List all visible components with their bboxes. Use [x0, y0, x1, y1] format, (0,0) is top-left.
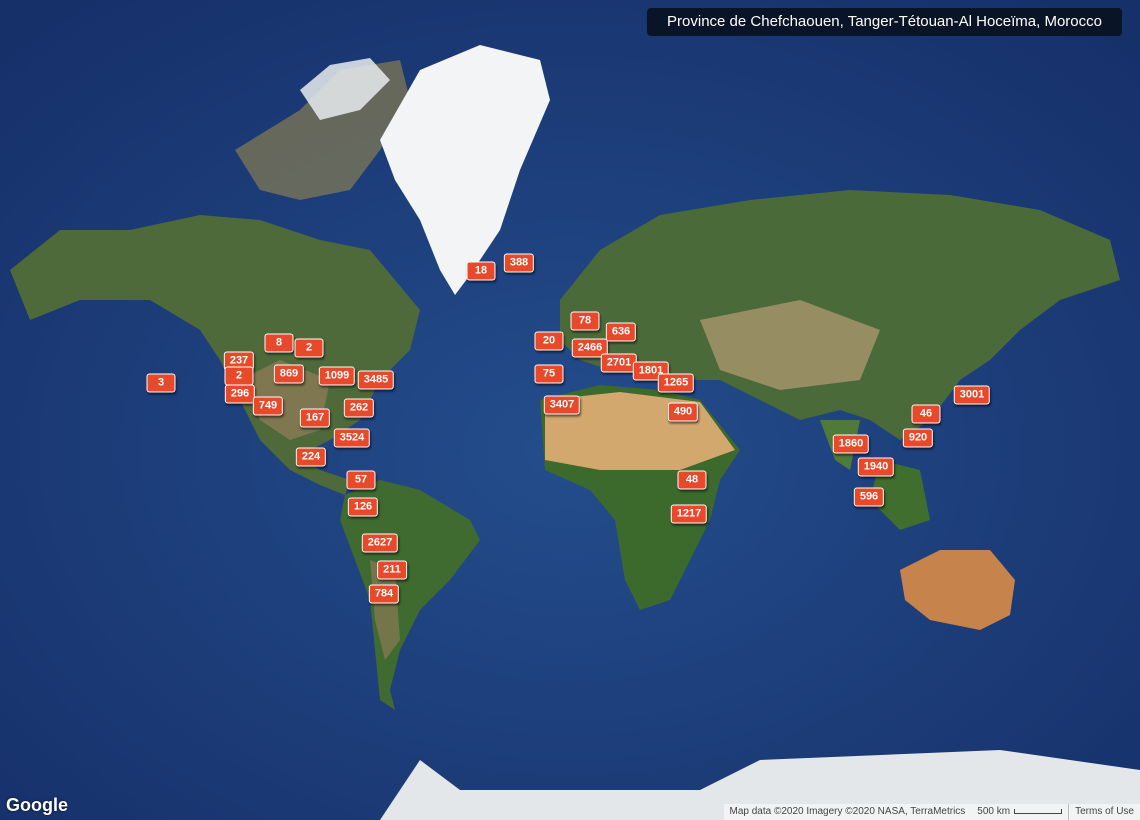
cluster-marker[interactable]: 20 [534, 331, 564, 351]
terms-of-use-link[interactable]: Terms of Use [1068, 804, 1140, 820]
cluster-marker[interactable]: 262 [343, 398, 375, 418]
cluster-marker[interactable]: 8 [264, 333, 294, 353]
cluster-marker[interactable]: 211 [377, 560, 407, 580]
cluster-marker[interactable]: 167 [299, 408, 331, 428]
cluster-marker[interactable]: 3407 [543, 395, 581, 415]
cluster-marker[interactable]: 636 [605, 322, 637, 342]
cluster-marker[interactable]: 2627 [361, 533, 399, 553]
cluster-marker[interactable]: 57 [346, 470, 376, 490]
cluster-marker[interactable]: 1860 [832, 434, 870, 454]
cluster-marker[interactable]: 490 [667, 402, 699, 422]
cluster-marker[interactable]: 2 [224, 366, 254, 386]
map-attribution: Map data ©2020 Imagery ©2020 NASA, Terra… [723, 804, 1140, 820]
cluster-marker[interactable]: 18 [466, 261, 496, 281]
cluster-marker[interactable]: 388 [503, 253, 535, 273]
cluster-marker[interactable]: 78 [570, 311, 600, 331]
scale-label: 500 km [977, 806, 1011, 817]
cluster-marker[interactable]: 869 [273, 364, 305, 384]
world-map[interactable]: Province de Chefchaouen, Tanger-Tétouan-… [0, 0, 1140, 820]
cluster-marker[interactable]: 1217 [670, 504, 708, 524]
cluster-marker[interactable]: 46 [911, 404, 941, 424]
cluster-marker[interactable]: 224 [295, 447, 327, 467]
cluster-marker[interactable]: 126 [347, 497, 379, 517]
cluster-marker[interactable]: 749 [252, 396, 284, 416]
cluster-marker[interactable]: 2 [294, 338, 324, 358]
cluster-marker[interactable]: 3 [146, 373, 176, 393]
cluster-marker[interactable]: 596 [853, 487, 885, 507]
cluster-marker[interactable]: 3524 [333, 428, 371, 448]
cluster-marker[interactable]: 784 [368, 584, 400, 604]
cluster-marker[interactable]: 75 [534, 364, 564, 384]
cluster-marker[interactable]: 1940 [857, 457, 895, 477]
cluster-marker[interactable]: 3485 [357, 370, 395, 390]
cluster-marker[interactable]: 48 [677, 470, 707, 490]
google-logo: Google [6, 795, 68, 815]
cluster-marker[interactable]: 1099 [318, 366, 356, 386]
location-title: Province de Chefchaouen, Tanger-Tétouan-… [647, 8, 1122, 36]
cluster-marker[interactable]: 920 [902, 428, 934, 448]
cluster-marker[interactable]: 3001 [953, 385, 991, 405]
cluster-marker[interactable]: 296 [224, 384, 256, 404]
scale-indicator: 500 km [971, 804, 1068, 820]
cluster-marker[interactable]: 1265 [657, 373, 695, 393]
scale-bar [1014, 808, 1063, 814]
map-data-credit: Map data ©2020 Imagery ©2020 NASA, Terra… [729, 806, 966, 817]
